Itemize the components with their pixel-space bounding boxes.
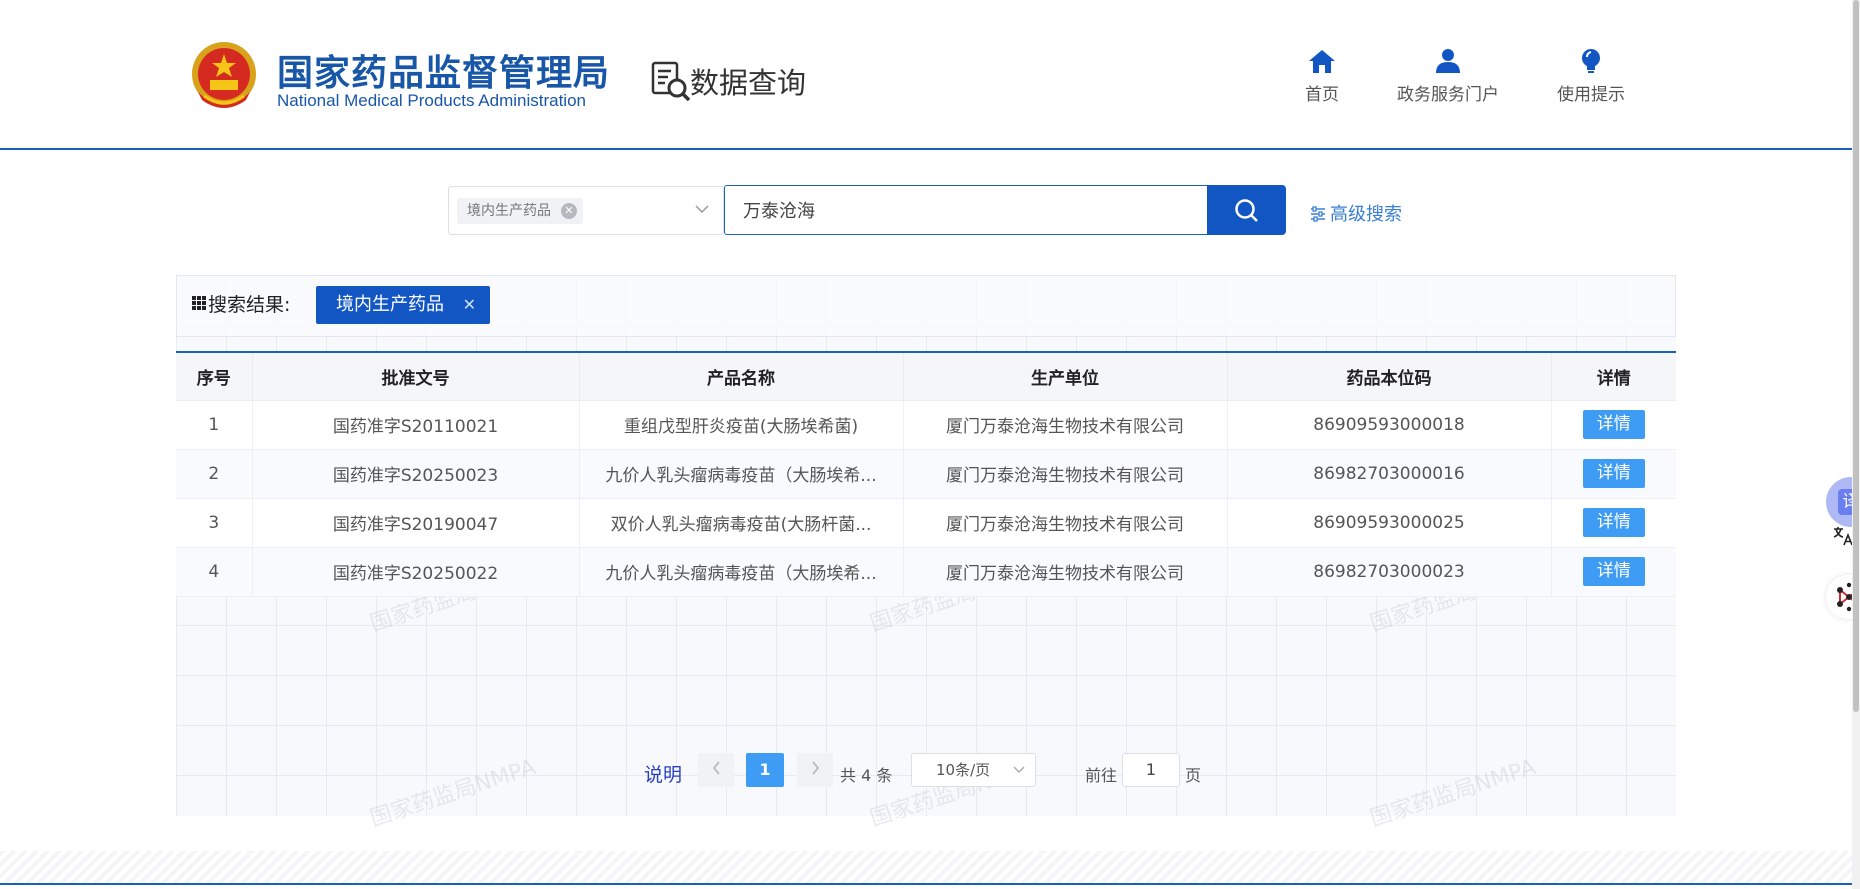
- cell-approval: 国药准字S20190047: [252, 498, 580, 548]
- site-logo-english: National Medical Products Administration: [277, 91, 586, 110]
- site-logo-chinese: 国家药品监督管理局: [277, 53, 611, 94]
- pagination-goto-label: 前往: [1085, 766, 1118, 785]
- cell-approval: 国药准字S20250022: [252, 547, 580, 597]
- pagination-note-link[interactable]: 说明: [644, 760, 682, 787]
- national-emblem-icon: [192, 42, 256, 108]
- detail-button[interactable]: 详情: [1582, 459, 1645, 488]
- advanced-search-label: 高级搜索: [1330, 204, 1402, 225]
- footer-divider: [0, 883, 1852, 885]
- cell-drug-code: 86982703000016: [1227, 449, 1552, 499]
- page-number-button[interactable]: 1: [746, 753, 784, 787]
- page-scrollbar-thumb[interactable]: [1853, 0, 1859, 712]
- table-header-row: 序号 批准文号 产品名称 生产单位 药品本位码 详情: [176, 352, 1676, 401]
- footer-stripe: [0, 851, 1852, 883]
- category-tag-label: 境内生产药品: [467, 203, 551, 219]
- cell-product: 双价人乳头瘤病毒疫苗(大肠杆菌...: [579, 498, 904, 548]
- nav-usage-tips-label: 使用提示: [1557, 85, 1625, 105]
- cell-index: 4: [176, 547, 253, 597]
- cell-detail: 详情: [1551, 400, 1676, 450]
- user-icon: [1436, 49, 1460, 73]
- cell-drug-code: 86982703000023: [1227, 547, 1552, 597]
- search-result-bar: 搜索结果: 境内生产药品 ✕: [176, 275, 1676, 337]
- column-header-product: 产品名称: [579, 352, 904, 401]
- data-query-icon: [651, 61, 691, 102]
- cell-manufacturer: 厦门万泰沧海生物技术有限公司: [903, 400, 1228, 450]
- nav-service-portal-label: 政务服务门户: [1397, 85, 1499, 105]
- home-icon: [1309, 50, 1335, 73]
- cell-product: 九价人乳头瘤病毒疫苗（大肠埃希...: [579, 449, 904, 499]
- column-header-detail: 详情: [1551, 352, 1676, 401]
- search-result-label-text: 搜索结果:: [208, 294, 291, 316]
- category-tag: 境内生产药品 ✕: [457, 198, 583, 224]
- prev-page-button[interactable]: [698, 753, 734, 787]
- detail-button[interactable]: 详情: [1582, 410, 1645, 439]
- column-header-index: 序号: [176, 352, 253, 401]
- chevron-left-icon: [712, 761, 720, 775]
- cell-manufacturer: 厦门万泰沧海生物技术有限公司: [903, 547, 1228, 597]
- table-row: 3 国药准字S20190047 双价人乳头瘤病毒疫苗(大肠杆菌... 厦门万泰沧…: [176, 498, 1676, 548]
- language-switch-icon[interactable]: [1832, 525, 1854, 552]
- detail-button[interactable]: 详情: [1582, 508, 1645, 537]
- language-icon: [1833, 527, 1853, 546]
- table-row: 4 国药准字S20250022 九价人乳头瘤病毒疫苗（大肠埃希... 厦门万泰沧…: [176, 547, 1676, 597]
- cell-index: 2: [176, 449, 253, 499]
- result-filter-close-icon[interactable]: ✕: [463, 286, 476, 324]
- cell-detail: 详情: [1551, 547, 1676, 597]
- search-icon: [1235, 199, 1258, 222]
- category-tag-close-icon[interactable]: ✕: [561, 203, 577, 219]
- page-size-select[interactable]: 10条/页: [911, 753, 1036, 787]
- cell-approval: 国药准字S20110021: [252, 400, 580, 450]
- cell-approval: 国药准字S20250023: [252, 449, 580, 499]
- search-input[interactable]: [724, 185, 1208, 235]
- cell-detail: 详情: [1551, 449, 1676, 499]
- results-table: 序号 批准文号 产品名称 生产单位 药品本位码 详情 1 国药准字S201100…: [176, 351, 1676, 597]
- cell-drug-code: 86909593000018: [1227, 400, 1552, 450]
- search-result-label: 搜索结果:: [192, 290, 290, 317]
- result-filter-tag[interactable]: 境内生产药品 ✕: [316, 286, 490, 324]
- category-select[interactable]: 境内生产药品 ✕: [448, 186, 724, 235]
- cell-drug-code: 86909593000025: [1227, 498, 1552, 548]
- cell-detail: 详情: [1551, 498, 1676, 548]
- result-filter-tag-label: 境内生产药品: [336, 294, 444, 315]
- column-header-manufacturer: 生产单位: [903, 352, 1228, 401]
- page-size-value: 10条/页: [936, 761, 991, 779]
- nav-home-label: 首页: [1305, 85, 1339, 105]
- cell-manufacturer: 厦门万泰沧海生物技术有限公司: [903, 449, 1228, 499]
- nav-usage-tips[interactable]: 使用提示: [1553, 48, 1629, 105]
- pagination-page-unit: 页: [1185, 766, 1202, 785]
- nav-service-portal[interactable]: 政务服务门户: [1390, 48, 1506, 105]
- search-button[interactable]: [1207, 185, 1286, 235]
- cell-product: 九价人乳头瘤病毒疫苗（大肠埃希...: [579, 547, 904, 597]
- chevron-down-icon: [695, 205, 709, 214]
- cell-index: 3: [176, 498, 253, 548]
- section-title: 数据查询: [690, 66, 807, 100]
- table-row: 1 国药准字S20110021 重组戊型肝炎疫苗(大肠埃希菌) 厦门万泰沧海生物…: [176, 400, 1676, 450]
- cell-manufacturer: 厦门万泰沧海生物技术有限公司: [903, 498, 1228, 548]
- cell-index: 1: [176, 400, 253, 450]
- filter-sliders-icon: [1311, 206, 1325, 222]
- pagination-goto-input[interactable]: 1: [1122, 753, 1180, 787]
- lightbulb-icon: [1582, 49, 1600, 73]
- chevron-down-icon: [1013, 766, 1025, 773]
- nav-home[interactable]: 首页: [1302, 48, 1342, 105]
- pagination-total: 共 4 条: [840, 766, 893, 785]
- site-header: 国家药品监督管理局 National Medical Products Admi…: [0, 0, 1852, 150]
- advanced-search-link[interactable]: 高级搜索: [1310, 200, 1402, 226]
- table-row: 2 国药准字S20250023 九价人乳头瘤病毒疫苗（大肠埃希... 厦门万泰沧…: [176, 449, 1676, 499]
- column-header-drug-code: 药品本位码: [1227, 352, 1552, 401]
- chevron-right-icon: [811, 761, 819, 775]
- detail-button[interactable]: 详情: [1582, 557, 1645, 586]
- next-page-button[interactable]: [797, 753, 833, 787]
- cell-product: 重组戊型肝炎疫苗(大肠埃希菌): [579, 400, 904, 450]
- grid-icon: [192, 296, 206, 310]
- column-header-approval: 批准文号: [252, 352, 580, 401]
